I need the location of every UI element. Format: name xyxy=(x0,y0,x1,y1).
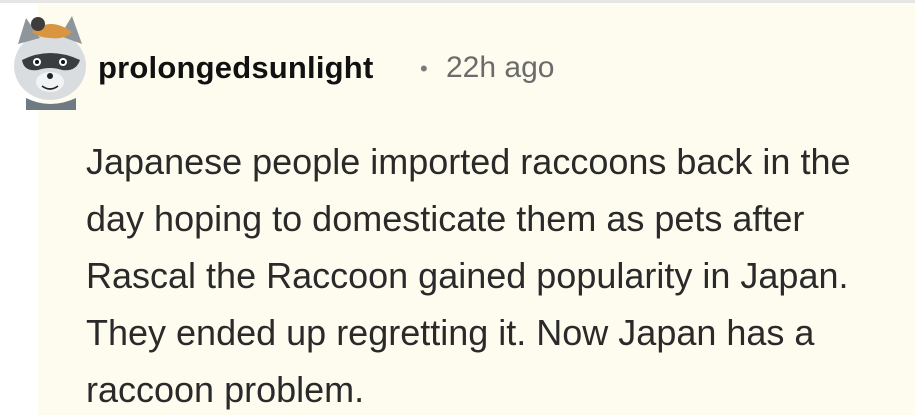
meta-separator: • xyxy=(420,56,428,81)
author-name[interactable]: prolongedsunlight xyxy=(98,50,373,86)
comment-card: prolongedsunlight • 22h ago Japanese peo… xyxy=(0,0,915,415)
comment-timestamp[interactable]: 22h ago xyxy=(446,51,554,85)
raccoon-avatar-icon[interactable] xyxy=(6,10,92,110)
comment-body: Japanese people imported raccoons back i… xyxy=(86,141,851,410)
divider xyxy=(0,0,915,3)
